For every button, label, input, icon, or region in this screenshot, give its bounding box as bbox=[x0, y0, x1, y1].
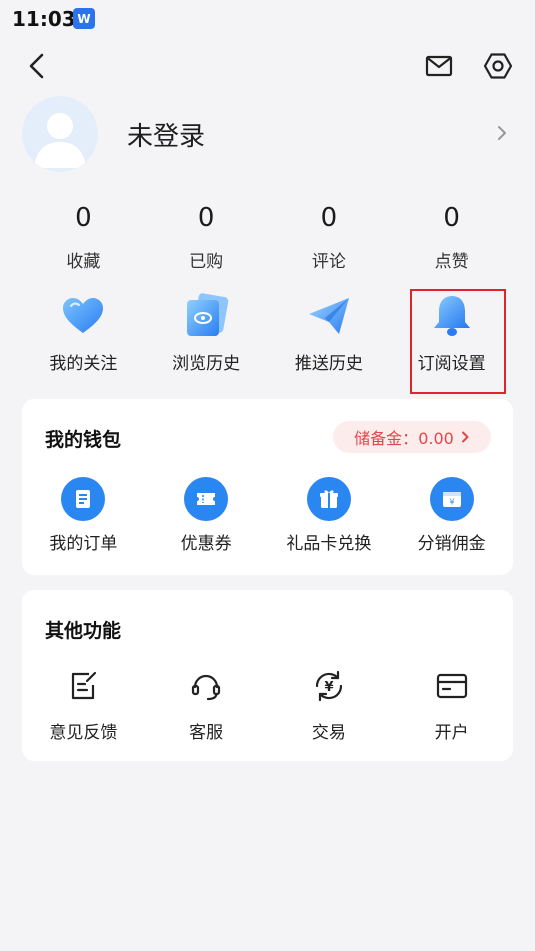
card-item-label: 礼品卡兑换 bbox=[286, 534, 372, 554]
quick-label: 我的关注 bbox=[49, 354, 118, 374]
wallet-card: 我的钱包 储备金：0.00 我的订单 优惠券 礼品卡兑换 ¥ 分销佣金 bbox=[22, 399, 513, 575]
quick-item-subscription-settings[interactable]: 订阅设置 bbox=[390, 290, 513, 395]
svg-text:¥: ¥ bbox=[449, 498, 454, 507]
stat-favorites[interactable]: 0 收藏 bbox=[22, 200, 145, 275]
chevron-right-icon bbox=[461, 431, 469, 443]
back-button[interactable] bbox=[22, 50, 54, 82]
card-item-label: 客服 bbox=[189, 723, 224, 743]
other-title: 其他功能 bbox=[45, 620, 122, 642]
default-avatar-icon bbox=[34, 113, 86, 168]
quick-label: 订阅设置 bbox=[417, 354, 486, 374]
card-item-label: 交易 bbox=[311, 723, 346, 743]
wallet-items: 我的订单 优惠券 礼品卡兑换 ¥ 分销佣金 bbox=[22, 477, 513, 554]
stat-comments[interactable]: 0 评论 bbox=[268, 200, 391, 275]
eye-card-icon bbox=[187, 293, 229, 336]
heart-icon bbox=[63, 298, 104, 333]
stat-value: 0 bbox=[197, 203, 215, 233]
quick-label: 浏览历史 bbox=[172, 354, 241, 374]
card-item-label: 优惠券 bbox=[180, 534, 232, 554]
wallet-item-gift-card[interactable]: 礼品卡兑换 bbox=[268, 477, 391, 554]
stat-likes[interactable]: 0 点赞 bbox=[390, 200, 513, 275]
card-item-label: 意见反馈 bbox=[49, 723, 118, 743]
wallet-title: 我的钱包 bbox=[45, 429, 122, 451]
quick-item-following[interactable]: 我的关注 bbox=[22, 290, 145, 395]
bell-icon bbox=[433, 296, 470, 336]
other-item-customer-service[interactable]: 客服 bbox=[145, 666, 268, 743]
chevron-right-icon bbox=[498, 126, 506, 140]
stat-value: 0 bbox=[443, 203, 460, 233]
other-item-trade[interactable]: ¥ 交易 bbox=[268, 666, 391, 743]
other-item-feedback[interactable]: 意见反馈 bbox=[22, 666, 145, 743]
settings-button[interactable] bbox=[481, 49, 515, 83]
message-button[interactable] bbox=[423, 50, 455, 82]
mail-icon bbox=[425, 55, 453, 77]
headset-icon bbox=[192, 674, 221, 701]
other-item-open-account[interactable]: 开户 bbox=[390, 666, 513, 743]
gift-icon bbox=[306, 477, 351, 521]
wallet-item-commission[interactable]: ¥ 分销佣金 bbox=[390, 477, 513, 554]
quick-actions: 我的关注 浏览历史 推送历史 订阅设置 bbox=[22, 290, 513, 395]
paper-plane-icon bbox=[308, 298, 349, 334]
stat-label: 已购 bbox=[189, 252, 224, 272]
stat-value: 0 bbox=[320, 203, 338, 233]
card-item-label: 分销佣金 bbox=[417, 534, 486, 554]
commission-icon: ¥ bbox=[429, 477, 474, 521]
status-time: 11:03 bbox=[12, 7, 76, 31]
quick-item-push-history[interactable]: 推送历史 bbox=[268, 290, 391, 395]
settings-icon bbox=[483, 53, 513, 79]
card-item-label: 开户 bbox=[434, 723, 469, 743]
order-icon bbox=[61, 477, 106, 521]
stat-purchased[interactable]: 0 已购 bbox=[145, 200, 268, 275]
other-features-card: 其他功能 意见反馈 客服 ¥ 交易 开户 bbox=[22, 590, 513, 761]
stat-label: 点赞 bbox=[434, 252, 469, 272]
profile-row[interactable]: 未登录 bbox=[0, 94, 535, 174]
wallet-item-orders[interactable]: 我的订单 bbox=[22, 477, 145, 554]
quick-label: 推送历史 bbox=[294, 354, 363, 374]
quick-item-browse-history[interactable]: 浏览历史 bbox=[145, 290, 268, 395]
wallet-item-coupons[interactable]: 优惠券 bbox=[145, 477, 268, 554]
stat-label: 评论 bbox=[311, 252, 346, 272]
status-bar: 11:03 W bbox=[0, 0, 535, 38]
stat-label: 收藏 bbox=[66, 252, 101, 272]
feedback-icon bbox=[72, 671, 97, 700]
top-bar bbox=[0, 44, 535, 88]
avatar[interactable] bbox=[22, 96, 98, 172]
reserve-label: 储备金：0.00 bbox=[354, 429, 454, 448]
notification-app-icon: W bbox=[73, 8, 95, 29]
reserve-balance-button[interactable]: 储备金：0.00 bbox=[333, 421, 491, 453]
card-item-label: 我的订单 bbox=[49, 534, 118, 554]
stat-value: 0 bbox=[75, 203, 92, 233]
coupon-icon bbox=[184, 477, 229, 521]
exchange-icon: ¥ bbox=[315, 670, 342, 702]
username[interactable]: 未登录 bbox=[127, 116, 205, 153]
svg-text:¥: ¥ bbox=[324, 680, 333, 695]
card-icon bbox=[436, 673, 467, 699]
back-icon bbox=[29, 53, 44, 79]
stats-row: 0 收藏 0 已购 0 评论 0 点赞 bbox=[22, 200, 513, 275]
other-items: 意见反馈 客服 ¥ 交易 开户 bbox=[22, 666, 513, 743]
